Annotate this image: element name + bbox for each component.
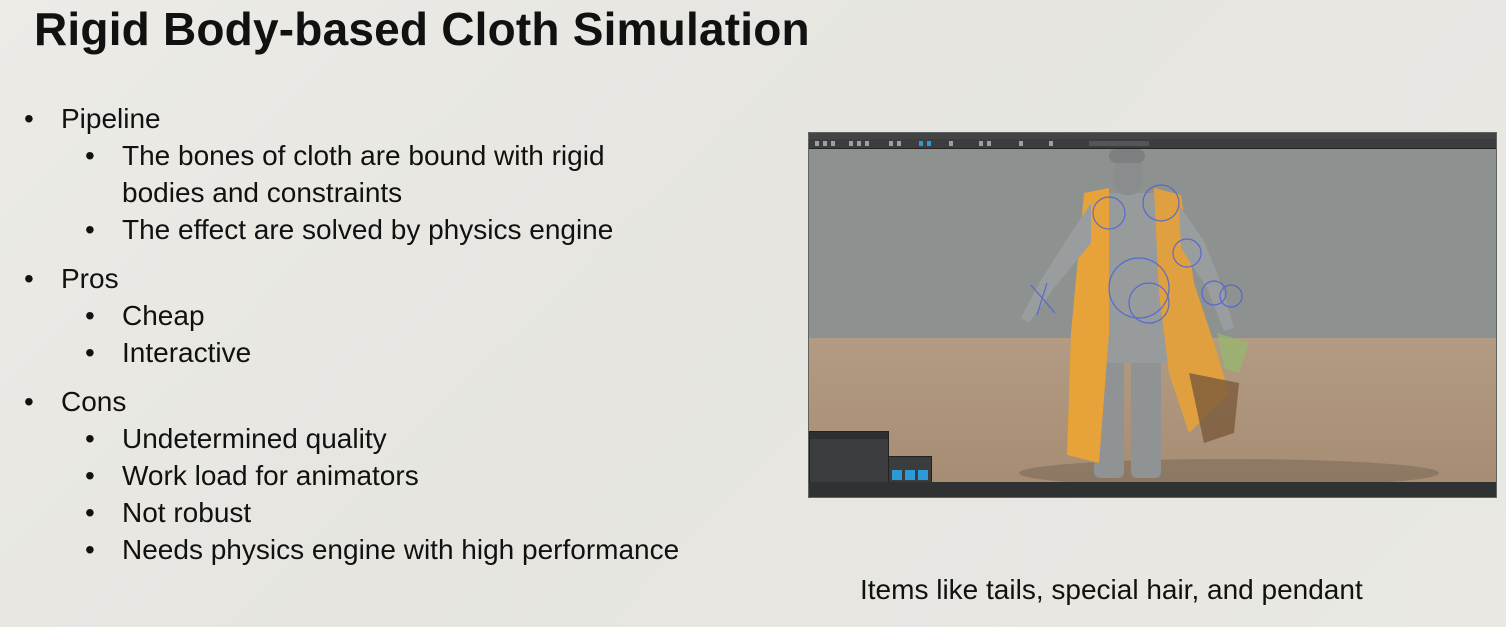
image-caption: Items like tails, special hair, and pend… xyxy=(860,574,1363,605)
bullet-pros-item: Interactive xyxy=(22,334,782,371)
bullet-pipeline-item: The bones of cloth are bound with rigid xyxy=(22,137,782,174)
bullet-pros-item: Cheap xyxy=(22,297,782,334)
character-with-cloth-rig xyxy=(1019,149,1439,487)
bullet-pros: Pros xyxy=(22,260,782,297)
bullet-cons: Cons xyxy=(22,383,782,420)
bullet-cons-item: Work load for animators xyxy=(22,457,782,494)
bullet-list: Pipeline The bones of cloth are bound wi… xyxy=(22,100,782,568)
viewport-timeline xyxy=(809,482,1496,497)
viewport-screenshot xyxy=(808,132,1497,498)
bullet-cons-item: Not robust xyxy=(22,494,782,531)
slide-title: Rigid Body-based Cloth Simulation xyxy=(34,3,810,55)
bullet-pipeline-item-continued: bodies and constraints xyxy=(122,177,403,208)
slide: Rigid Body-based Cloth Simulation Pipeli… xyxy=(0,0,1506,627)
bullet-cons-item: Needs physics engine with high performan… xyxy=(22,531,782,568)
bullet-pipeline-item: The effect are solved by physics engine xyxy=(22,211,782,248)
bullet-cons-item: Undetermined quality xyxy=(22,420,782,457)
attribute-panel xyxy=(809,431,889,485)
bullet-pipeline: Pipeline xyxy=(22,100,782,137)
